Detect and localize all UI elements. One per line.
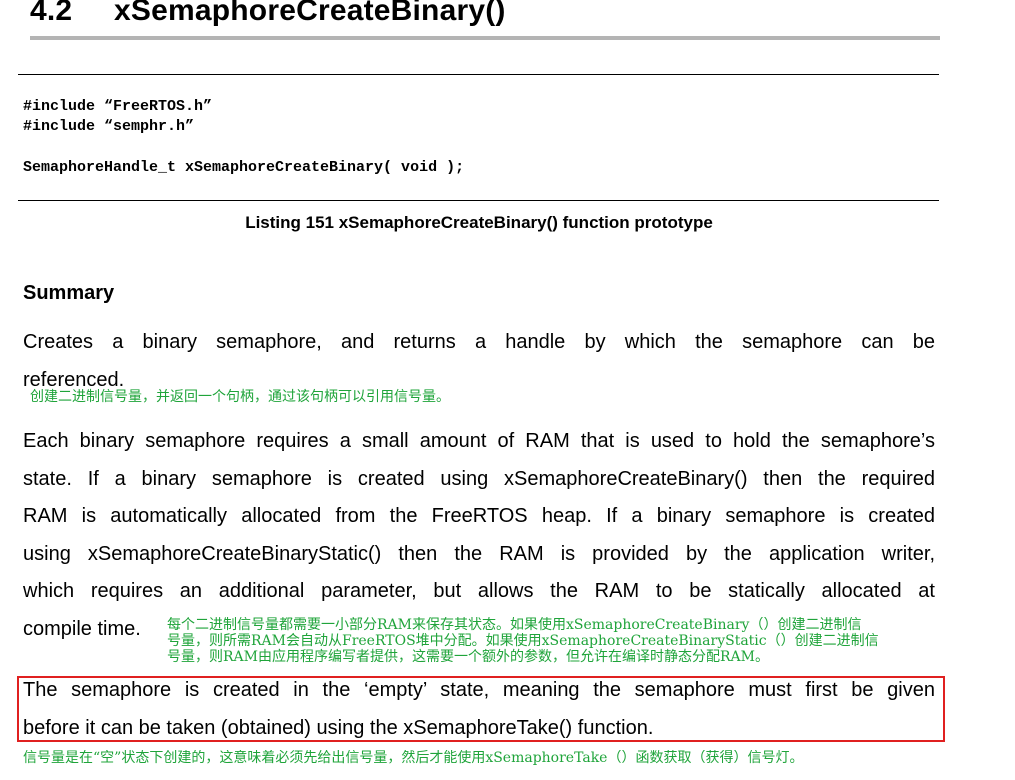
annotation-line: 每个二进制信号量都需要一小部分RAM来保存其状态。如果使用xSemaphoreC… xyxy=(167,617,862,633)
paragraph-line: Each binary semaphore requires a small a… xyxy=(23,430,935,452)
paragraph-line: which requires an additional parameter, … xyxy=(23,580,935,602)
heading-underline xyxy=(30,36,940,40)
paragraph-line: Creates a binary semaphore, and returns … xyxy=(23,331,935,353)
code-include-semphr: #include “semphr.h” xyxy=(23,118,195,135)
listing-top-rule xyxy=(18,74,939,75)
listing-caption: Listing 151 xSemaphoreCreateBinary() fun… xyxy=(245,213,713,232)
summary-paragraph-2: Each binary semaphore requires a small a… xyxy=(23,423,935,648)
summary-paragraph-1: Creates a binary semaphore, and returns … xyxy=(23,324,935,399)
paragraph-line: state. If a binary semaphore is created … xyxy=(23,467,935,490)
section-heading: 4.2 xSemaphoreCreateBinary() xyxy=(30,0,506,28)
paragraph-line: before it can be taken (obtained) using … xyxy=(23,716,654,739)
section-title: xSemaphoreCreateBinary() xyxy=(114,0,506,27)
section-number: 4.2 xyxy=(30,0,73,27)
summary-paragraph-3: The semaphore is created in the ‘empty’ … xyxy=(23,672,935,747)
code-include-freertos: #include “FreeRTOS.h” xyxy=(23,98,213,115)
annotation-paragraph-3: 信号量是在“空”状态下创建的，这意味着必须先给出信号量，然后才能使用xSemap… xyxy=(23,750,804,766)
listing-bottom-rule xyxy=(18,200,939,201)
annotation-paragraph-1: 创建二进制信号量，并返回一个句柄，通过该句柄可以引用信号量。 xyxy=(30,389,450,405)
annotation-line: 号量，则所需RAM会自动从FreeRTOS堆中分配。如果使用xSemaphore… xyxy=(167,633,879,649)
paragraph-line: using xSemaphoreCreateBinaryStatic() the… xyxy=(23,542,935,565)
paragraph-line: RAM is automatically allocated from the … xyxy=(23,505,935,527)
code-prototype: SemaphoreHandle_t xSemaphoreCreateBinary… xyxy=(23,159,465,176)
annotation-paragraph-2: 每个二进制信号量都需要一小部分RAM来保存其状态。如果使用xSemaphoreC… xyxy=(167,617,997,665)
paragraph-line: The semaphore is created in the ‘empty’ … xyxy=(23,679,935,701)
annotation-line: 号量，则RAM由应用程序编写者提供，这需要一个额外的参数，但允许在编译时静态分配… xyxy=(167,649,769,665)
summary-heading: Summary xyxy=(23,282,115,304)
